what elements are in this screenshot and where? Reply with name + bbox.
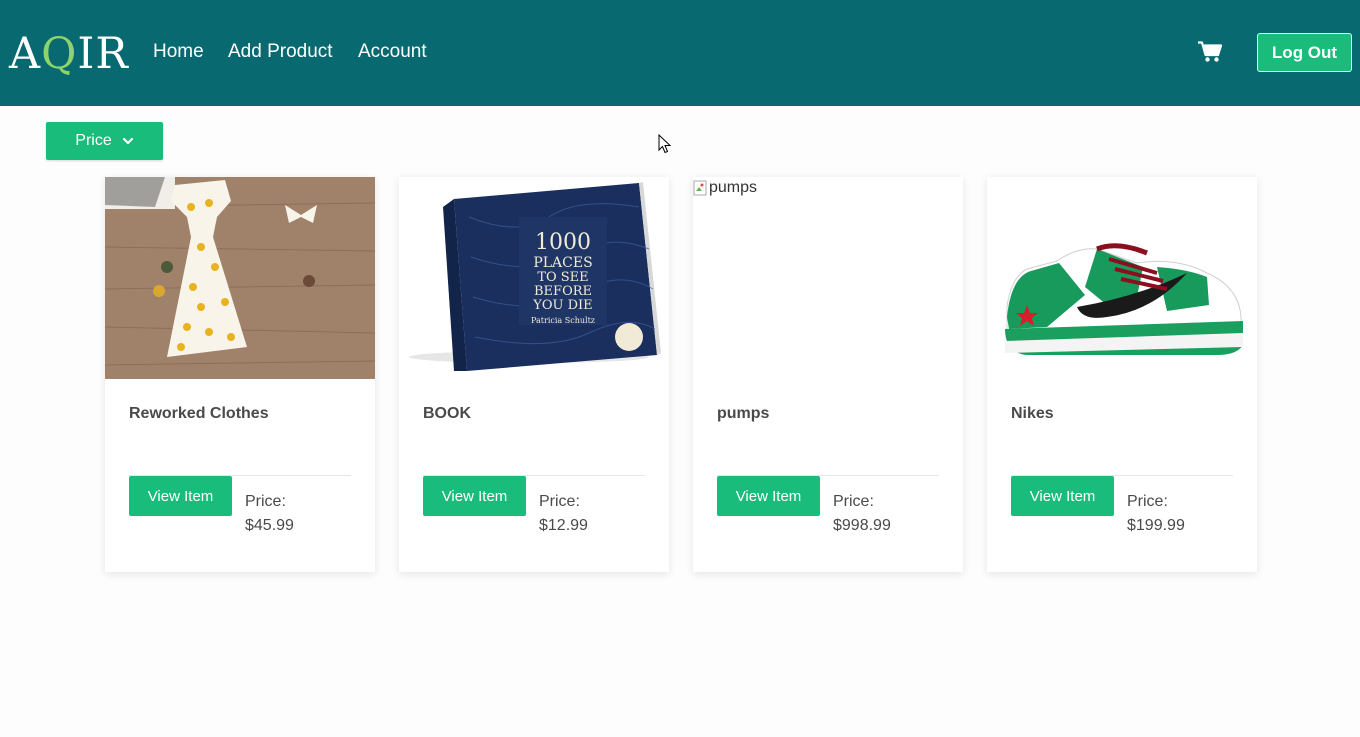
svg-text:BEFORE: BEFORE	[534, 284, 592, 299]
product-title[interactable]: pumps	[717, 405, 769, 423]
broken-image: pumps	[693, 179, 757, 197]
view-item-button[interactable]: View Item	[423, 476, 526, 516]
svg-text:1000: 1000	[535, 230, 591, 255]
navbar: AQIR Home Add Product Account Log Out	[0, 0, 1360, 106]
product-image-broken[interactable]: pumps	[693, 177, 963, 379]
svg-text:Patricia Schultz: Patricia Schultz	[531, 316, 595, 325]
nav-home[interactable]: Home	[153, 40, 204, 64]
svg-text:PLACES: PLACES	[533, 255, 592, 271]
product-title[interactable]: Nikes	[1011, 405, 1054, 423]
product-title[interactable]: BOOK	[423, 405, 471, 423]
product-price: Price: $12.99	[539, 493, 588, 534]
nav-add-product[interactable]: Add Product	[228, 40, 333, 64]
view-item-button[interactable]: View Item	[129, 476, 232, 516]
logout-button[interactable]: Log Out	[1257, 33, 1352, 72]
product-card: pumps pumps View Item Price: $998.99	[693, 177, 963, 572]
logo[interactable]: AQIR	[9, 30, 129, 78]
image-alt-text: pumps	[709, 179, 758, 196]
mouse-cursor-icon	[658, 134, 671, 154]
view-item-button[interactable]: View Item	[717, 476, 820, 516]
nav-account[interactable]: Account	[358, 40, 427, 64]
shopping-cart-icon[interactable]	[1198, 41, 1222, 63]
product-image-book[interactable]: 1000 PLACES TO SEE BEFORE YOU DIE Patric…	[399, 177, 669, 379]
svg-text:TO SEE: TO SEE	[537, 270, 588, 285]
price-filter-label: Price	[75, 132, 112, 149]
product-title[interactable]: Reworked Clothes	[129, 405, 269, 423]
product-card: Reworked Clothes View Item Price: $45.99	[105, 177, 375, 572]
broken-image-icon	[693, 180, 707, 196]
svg-text:YOU DIE: YOU DIE	[532, 298, 592, 313]
product-image-sneaker[interactable]	[987, 177, 1257, 379]
product-price: Price: $998.99	[833, 493, 891, 534]
price-filter-dropdown[interactable]: Price	[46, 122, 163, 160]
product-price: Price: $45.99	[245, 493, 294, 534]
product-card: 1000 PLACES TO SEE BEFORE YOU DIE Patric…	[399, 177, 669, 572]
view-item-button[interactable]: View Item	[1011, 476, 1114, 516]
product-price: Price: $199.99	[1127, 493, 1185, 534]
chevron-down-icon	[122, 137, 133, 145]
product-card: Nikes View Item Price: $199.99	[987, 177, 1257, 572]
product-image-dress[interactable]	[105, 177, 375, 379]
